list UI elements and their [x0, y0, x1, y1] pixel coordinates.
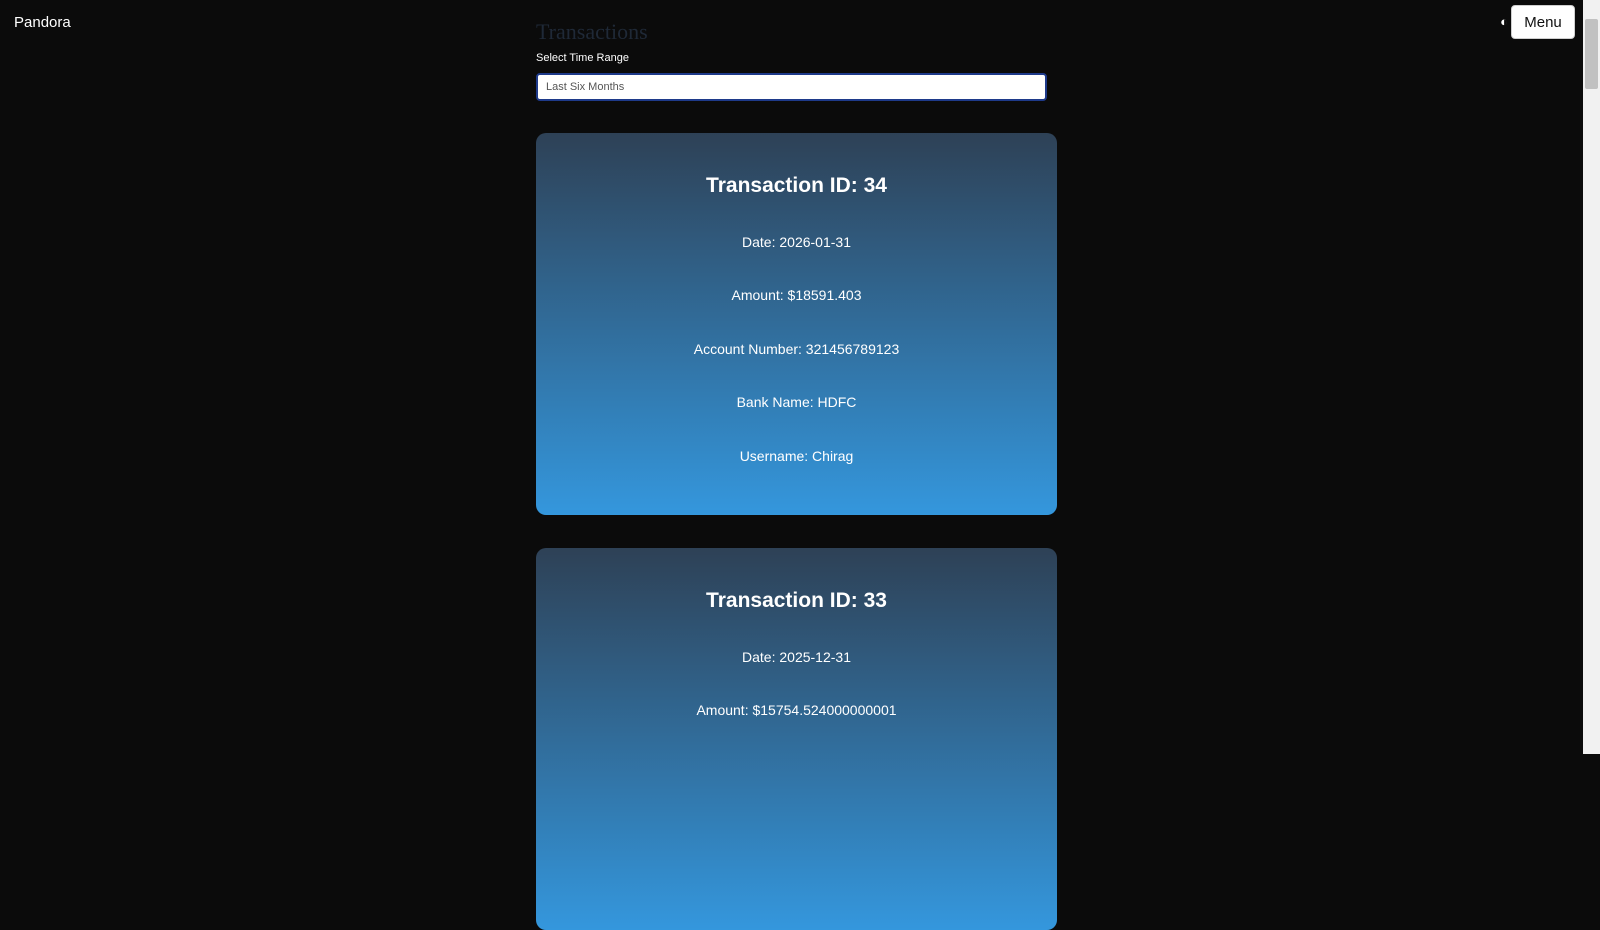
page-title: Transactions [536, 19, 648, 44]
brand-logo[interactable]: Pandora [14, 14, 71, 31]
transaction-card: Transaction ID: 34 Date: 2026-01-31 Amou… [536, 133, 1057, 515]
transaction-amount: Amount: $15754.524000000001 [696, 702, 897, 718]
transaction-username: Username: Chirag [739, 448, 854, 464]
transaction-id: Transaction ID: 34 [706, 174, 887, 197]
page-scrollbar[interactable] [1583, 0, 1600, 754]
transaction-account-number: Account Number: 321456789123 [693, 341, 900, 357]
scrollbar-thumb[interactable] [1585, 19, 1598, 89]
transaction-amount: Amount: $18591.403 [731, 287, 862, 303]
transaction-bank-name: Bank Name: HDFC [736, 394, 857, 410]
theme-toggle-icon[interactable]: ◐ [1497, 15, 1511, 29]
menu-button[interactable]: Menu [1511, 5, 1575, 39]
time-range-label: Select Time Range [536, 52, 629, 64]
transaction-date: Date: 2025-12-31 [742, 649, 851, 665]
time-range-select[interactable] [536, 73, 1047, 101]
transaction-card: Transaction ID: 33 Date: 2025-12-31 Amou… [536, 548, 1057, 930]
transaction-id: Transaction ID: 33 [706, 589, 887, 612]
transaction-date: Date: 2026-01-31 [742, 234, 851, 250]
